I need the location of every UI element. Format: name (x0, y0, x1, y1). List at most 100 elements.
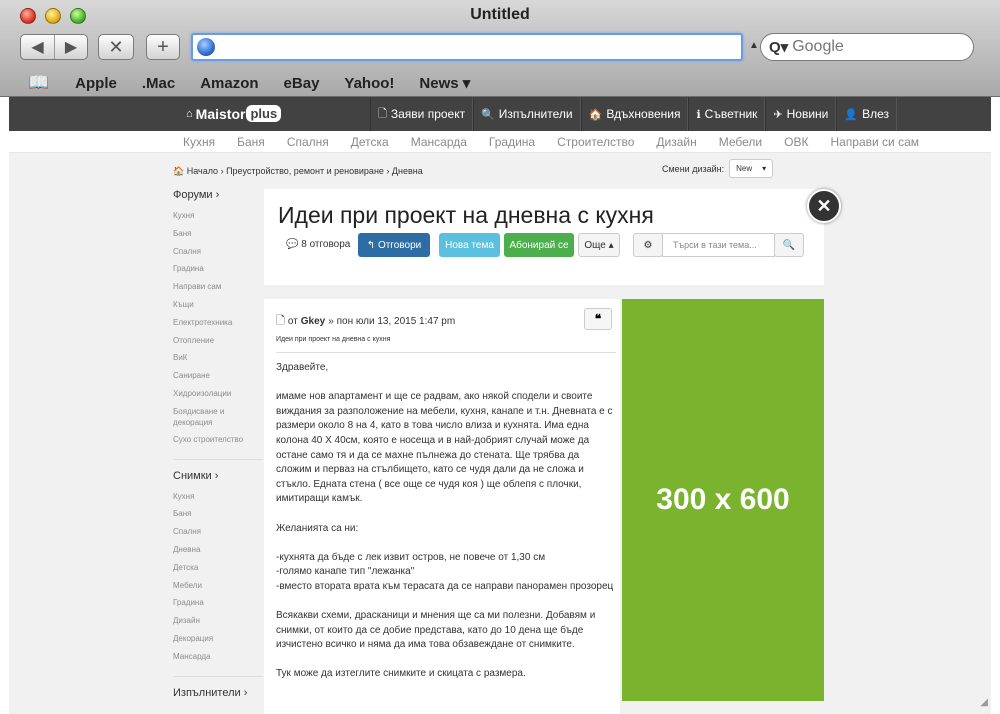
arrow-right-icon: ▶ (64, 39, 78, 56)
user-icon: 👤 (844, 108, 859, 121)
divider (173, 675, 263, 677)
category-link[interactable]: Направи си сам (830, 135, 919, 149)
nav-label: Вдъхновения (606, 107, 681, 121)
topic-search-button[interactable]: 🔍 (774, 233, 804, 257)
document-icon: 🗋 (276, 315, 285, 327)
nav-request-project[interactable]: 🗋 Заяви проект (370, 97, 474, 131)
category-link[interactable]: ОВК (784, 135, 808, 149)
page-content: 🏠 Начало › Преустройство, ремонт и ренов… (9, 153, 991, 714)
sidebar-item[interactable]: Градина (173, 260, 263, 278)
forward-button[interactable]: ▶ (54, 35, 87, 59)
theme-select[interactable]: New ▾ (729, 159, 774, 178)
category-link[interactable]: Мансарда (411, 135, 467, 149)
site-header: ⌂ Maistor plus 🗋 Заяви проект 🔍 Изпълнител… (9, 97, 991, 131)
nav-label: Съветник (704, 107, 758, 121)
sidebar-item[interactable]: Баня (173, 505, 263, 523)
settings-button[interactable]: ⚙ (633, 233, 663, 257)
rss-icon[interactable]: ▲ (749, 40, 759, 51)
sidebar-item[interactable]: Сухо строителство (173, 431, 263, 449)
add-bookmark-button[interactable]: + (146, 34, 180, 60)
comments-icon: 💬 (286, 239, 299, 250)
bookmark-amazon[interactable]: Amazon (200, 75, 258, 92)
sidebar-item[interactable]: Мансарда (173, 648, 263, 666)
sidebar-item[interactable]: Дневна (173, 541, 263, 559)
photos-list: Кухня Баня Спалня Дневна Детска Мебели Г… (173, 488, 263, 666)
nav-advisor[interactable]: ℹ Съветник (688, 97, 766, 131)
new-topic-button[interactable]: Нова тема (439, 233, 500, 257)
url-input[interactable] (219, 37, 719, 57)
reply-button[interactable]: ↰ Отговори (358, 233, 430, 257)
bookmark-news[interactable]: News ▾ (419, 74, 470, 92)
paper-plane-icon: ✈ (773, 108, 783, 121)
category-link[interactable]: Детска (351, 135, 389, 149)
category-link[interactable]: Спалня (287, 135, 329, 149)
logo-plus: plus (246, 105, 282, 122)
back-button[interactable]: ◀ (21, 35, 54, 59)
home-icon: 🏠 (588, 108, 603, 121)
sidebar-item[interactable]: Мебели (173, 577, 263, 595)
sidebar-item[interactable]: Кухня (173, 488, 263, 506)
search-box[interactable]: Q▾ (760, 33, 974, 61)
topic-header: Идеи при проект на дневна с кухня 💬 8 от… (264, 189, 824, 285)
info-icon: ℹ (696, 108, 701, 121)
sidebar-item[interactable]: Градина (173, 594, 263, 612)
post-author[interactable]: Gkey (301, 316, 325, 327)
sidebar-item[interactable]: Боядисване и декорация (173, 403, 263, 431)
site-logo[interactable]: ⌂ Maistor plus (186, 105, 282, 122)
house-icon: ⌂ (186, 107, 193, 120)
ad-placeholder[interactable]: 300 x 600 (622, 299, 824, 701)
category-link[interactable]: Дизайн (656, 135, 696, 149)
sidebar: Форуми › Кухня Баня Спалня Градина Напра… (173, 189, 263, 705)
sidebar-item[interactable]: Кухня (173, 207, 263, 225)
sidebar-item[interactable]: ВиК (173, 349, 263, 367)
quote-button[interactable]: ❝ (584, 308, 612, 330)
breadcrumb[interactable]: 🏠 Начало › Преустройство, ремонт и ренов… (173, 166, 423, 177)
category-link[interactable]: Мебели (719, 135, 762, 149)
stop-button[interactable]: ✕ (98, 34, 134, 60)
sidebar-heading-forums[interactable]: Форуми › (173, 189, 263, 201)
sidebar-heading-photos[interactable]: Снимки › (173, 470, 263, 482)
sidebar-item[interactable]: Електротехника (173, 314, 263, 332)
reply-button-label: Отговори (377, 239, 422, 251)
post: 🗋 от Gkey » пон юли 13, 2015 1:47 pm ❝ И… (264, 299, 620, 714)
more-button[interactable]: Още ▴ (578, 233, 620, 257)
topic-search-input[interactable]: Търси в тази тема... (662, 233, 775, 257)
bookmark-yahoo[interactable]: Yahoo! (344, 75, 394, 92)
sidebar-item[interactable]: Детска (173, 559, 263, 577)
chevron-down-icon: ▾ (762, 164, 767, 173)
sidebar-item[interactable]: Саниране (173, 367, 263, 385)
nav-news[interactable]: ✈ Новини (765, 97, 837, 131)
bookmark-ebay[interactable]: eBay (284, 75, 320, 92)
subscribe-button[interactable]: Абонирай се (504, 233, 574, 257)
resize-handle[interactable]: ◢ (980, 697, 988, 708)
nav-login[interactable]: 👤 Влез (836, 97, 898, 131)
sidebar-heading-contractors[interactable]: Изпълнители › (173, 687, 263, 699)
category-link[interactable]: Градина (489, 135, 535, 149)
bookmark-mac[interactable]: .Mac (142, 75, 175, 92)
sidebar-item[interactable]: Хидроизолации (173, 385, 263, 403)
sidebar-item[interactable]: Отопление (173, 332, 263, 350)
plus-icon: + (157, 35, 169, 58)
nav-label: Изпълнители (498, 107, 573, 121)
category-link[interactable]: Баня (237, 135, 265, 149)
category-link[interactable]: Кухня (183, 135, 215, 149)
post-paragraph: Желанията са ни: (276, 522, 359, 534)
search-input[interactable] (792, 38, 953, 56)
bookmark-apple[interactable]: Apple (75, 75, 117, 92)
nav-inspirations[interactable]: 🏠 Вдъхновения (580, 97, 689, 131)
sidebar-item[interactable]: Дизайн (173, 612, 263, 630)
sidebar-item[interactable]: Декорация (173, 630, 263, 648)
sidebar-item[interactable]: Спалня (173, 523, 263, 541)
close-icon[interactable]: ✕ (807, 189, 841, 223)
back-forward-buttons: ◀ ▶ (20, 34, 88, 60)
sidebar-item[interactable]: Баня (173, 225, 263, 243)
sidebar-item[interactable]: Къщи (173, 296, 263, 314)
address-bar[interactable] (191, 33, 743, 61)
sidebar-item[interactable]: Направи сам (173, 278, 263, 296)
nav-label: Заяви проект (390, 107, 466, 121)
category-link[interactable]: Строителство (557, 135, 634, 149)
nav-label: Влез (862, 107, 890, 121)
nav-contractors[interactable]: 🔍 Изпълнители (473, 97, 581, 131)
open-book-icon[interactable]: 📖 (28, 73, 49, 93)
sidebar-item[interactable]: Спалня (173, 243, 263, 261)
